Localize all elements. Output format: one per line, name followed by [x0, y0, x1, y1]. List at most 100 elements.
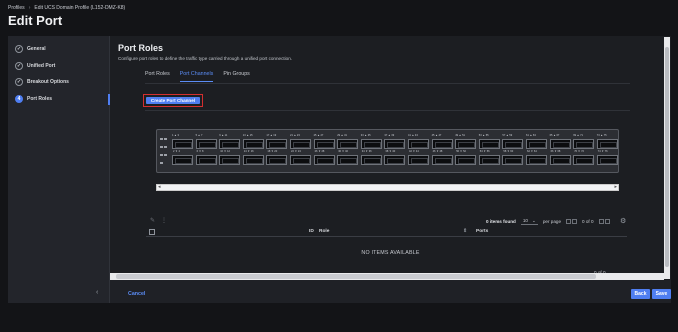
- wizard-step-general[interactable]: ✓ General: [15, 45, 46, 53]
- port-cage-top[interactable]: [384, 139, 406, 149]
- content-vertical-scrollbar[interactable]: [664, 37, 670, 279]
- port-cage-bottom[interactable]: [596, 155, 618, 165]
- port-cage-top[interactable]: [573, 139, 595, 149]
- port-group-bottom-label: 74 ▼ 76: [597, 150, 608, 153]
- port-cage-top[interactable]: [431, 139, 453, 149]
- per-page-value: 10: [522, 218, 528, 223]
- port-group[interactable]: 69 ▲ 71 70 ▼ 72: [573, 134, 596, 170]
- port-cage-bottom[interactable]: [172, 155, 193, 165]
- port-group[interactable]: 5 ▲ 7 6 ▼ 8: [195, 134, 219, 170]
- port-group-top-label: 41 ▲ 43: [408, 134, 418, 137]
- port-cage-top[interactable]: [408, 139, 429, 149]
- port-cage-bottom[interactable]: [313, 155, 335, 165]
- sort-icon[interactable]: ⇕: [463, 228, 467, 234]
- port-cage-top[interactable]: [219, 139, 241, 149]
- port-group[interactable]: 53 ▲ 55 54 ▼ 56: [478, 134, 502, 170]
- port-group[interactable]: 37 ▲ 39 38 ▼ 40: [384, 134, 407, 170]
- more-actions-icon[interactable]: ⋮: [161, 217, 167, 224]
- port-cage-top[interactable]: [549, 139, 571, 149]
- port-cage-top[interactable]: [195, 139, 217, 149]
- port-cage-bottom[interactable]: [431, 155, 453, 165]
- select-all-checkbox[interactable]: [149, 229, 155, 235]
- port-cage-bottom[interactable]: [195, 155, 217, 165]
- port-cage-top[interactable]: [596, 139, 618, 149]
- port-cage-top[interactable]: [313, 139, 335, 149]
- port-cage-bottom[interactable]: [549, 155, 571, 165]
- port-cage-top[interactable]: [526, 139, 547, 149]
- port-cage-top[interactable]: [290, 139, 311, 149]
- port-cage-top[interactable]: [455, 139, 477, 149]
- cancel-button[interactable]: Cancel: [128, 291, 145, 297]
- page-first-prev[interactable]: [566, 219, 577, 224]
- column-header-role[interactable]: Role: [319, 229, 329, 234]
- switch-horizontal-scrollbar[interactable]: ◂ ▸: [156, 184, 619, 191]
- port-group[interactable]: 45 ▲ 47 46 ▼ 48: [431, 134, 455, 170]
- column-header-id[interactable]: ID: [309, 229, 314, 234]
- port-group[interactable]: 49 ▲ 51 50 ▼ 52: [455, 134, 478, 170]
- check-icon: ✓: [15, 78, 23, 86]
- collapse-chevron-icon[interactable]: ‹: [96, 289, 98, 296]
- content-horizontal-scrollbar[interactable]: [110, 273, 664, 280]
- gear-icon[interactable]: ⚙: [620, 217, 626, 225]
- port-group[interactable]: 1 ▲ 3 2 ▼ 4: [172, 134, 195, 170]
- per-page-select[interactable]: 10 ⌄: [520, 218, 538, 225]
- port-group-top-label: 37 ▲ 39: [384, 134, 395, 137]
- port-group[interactable]: 65 ▲ 67 66 ▼ 68: [549, 134, 573, 170]
- port-cage-bottom[interactable]: [384, 155, 406, 165]
- port-group-top-label: 65 ▲ 67: [549, 134, 560, 137]
- port-group[interactable]: 57 ▲ 59 58 ▼ 60: [502, 134, 525, 170]
- port-group[interactable]: 29 ▲ 31 30 ▼ 32: [337, 134, 360, 170]
- port-cage-bottom[interactable]: [455, 155, 477, 165]
- edit-icon[interactable]: ✎: [150, 217, 155, 224]
- port-cage-top[interactable]: [478, 139, 500, 149]
- port-cage-top[interactable]: [172, 139, 193, 149]
- wizard-step-label: Unified Port: [27, 63, 56, 69]
- port-cage-top[interactable]: [360, 139, 382, 149]
- port-group[interactable]: 41 ▲ 43 42 ▼ 44: [408, 134, 431, 170]
- wizard-step-unified-port[interactable]: ✓ Unified Port: [15, 62, 55, 70]
- port-cage-bottom[interactable]: [219, 155, 241, 165]
- port-group[interactable]: 61 ▲ 63 62 ▼ 64: [526, 134, 549, 170]
- section-heading: Port Roles: [118, 43, 164, 53]
- port-group-bottom-label: 2 ▼ 4: [173, 150, 180, 153]
- port-cage-bottom[interactable]: [408, 155, 429, 165]
- create-port-channel-button[interactable]: Create Port Channel: [146, 97, 200, 104]
- port-group[interactable]: 9 ▲ 11 10 ▼ 12: [219, 134, 242, 170]
- breadcrumb: Profiles › Edit UCS Domain Profile (L152…: [8, 5, 125, 11]
- port-cage-top[interactable]: [337, 139, 359, 149]
- port-cage-bottom[interactable]: [526, 155, 547, 165]
- port-group[interactable]: 17 ▲ 19 18 ▼ 20: [266, 134, 289, 170]
- port-cage-bottom[interactable]: [573, 155, 595, 165]
- wizard-step-port-roles[interactable]: 4 Port Roles: [15, 95, 52, 103]
- tab-port-roles[interactable]: Port Roles: [145, 71, 170, 82]
- port-cage-top[interactable]: [502, 139, 524, 149]
- switch-status-leds: [159, 136, 169, 166]
- port-group-top-label: 53 ▲ 55: [478, 134, 489, 137]
- port-cage-bottom[interactable]: [242, 155, 264, 165]
- column-header-ports[interactable]: Ports: [476, 229, 488, 234]
- tab-port-channels[interactable]: Port Channels: [179, 71, 213, 82]
- breadcrumb-profiles-link[interactable]: Profiles: [8, 5, 25, 11]
- back-button[interactable]: Back: [631, 289, 650, 299]
- port-cage-top[interactable]: [242, 139, 264, 149]
- port-cage-bottom[interactable]: [337, 155, 359, 165]
- port-cage-bottom[interactable]: [478, 155, 500, 165]
- port-group-bottom-label: 22 ▼ 24: [291, 150, 301, 153]
- port-group[interactable]: 21 ▲ 23 22 ▼ 24: [290, 134, 313, 170]
- port-group[interactable]: 33 ▲ 35 34 ▼ 36: [360, 134, 384, 170]
- tab-pin-groups[interactable]: Pin Groups: [223, 71, 250, 82]
- port-cage-bottom[interactable]: [290, 155, 311, 165]
- port-group[interactable]: 73 ▲ 75 74 ▼ 76: [596, 134, 620, 170]
- save-button[interactable]: Save: [652, 289, 671, 299]
- wizard-step-breakout-options[interactable]: ✓ Breakout Options: [15, 78, 69, 86]
- page-next-last[interactable]: [598, 219, 610, 224]
- port-group-top-label: 25 ▲ 27: [313, 134, 324, 137]
- port-group[interactable]: 25 ▲ 27 26 ▼ 28: [313, 134, 337, 170]
- port-cage-bottom[interactable]: [360, 155, 382, 165]
- port-cage-bottom[interactable]: [502, 155, 524, 165]
- port-group[interactable]: 13 ▲ 15 14 ▼ 16: [242, 134, 266, 170]
- port-cage-top[interactable]: [266, 139, 288, 149]
- empty-table-message: NO ITEMS AVAILABLE: [361, 250, 420, 256]
- breadcrumb-current[interactable]: Edit UCS Domain Profile (L152-DMZ-K8): [34, 5, 125, 11]
- port-cage-bottom[interactable]: [266, 155, 288, 165]
